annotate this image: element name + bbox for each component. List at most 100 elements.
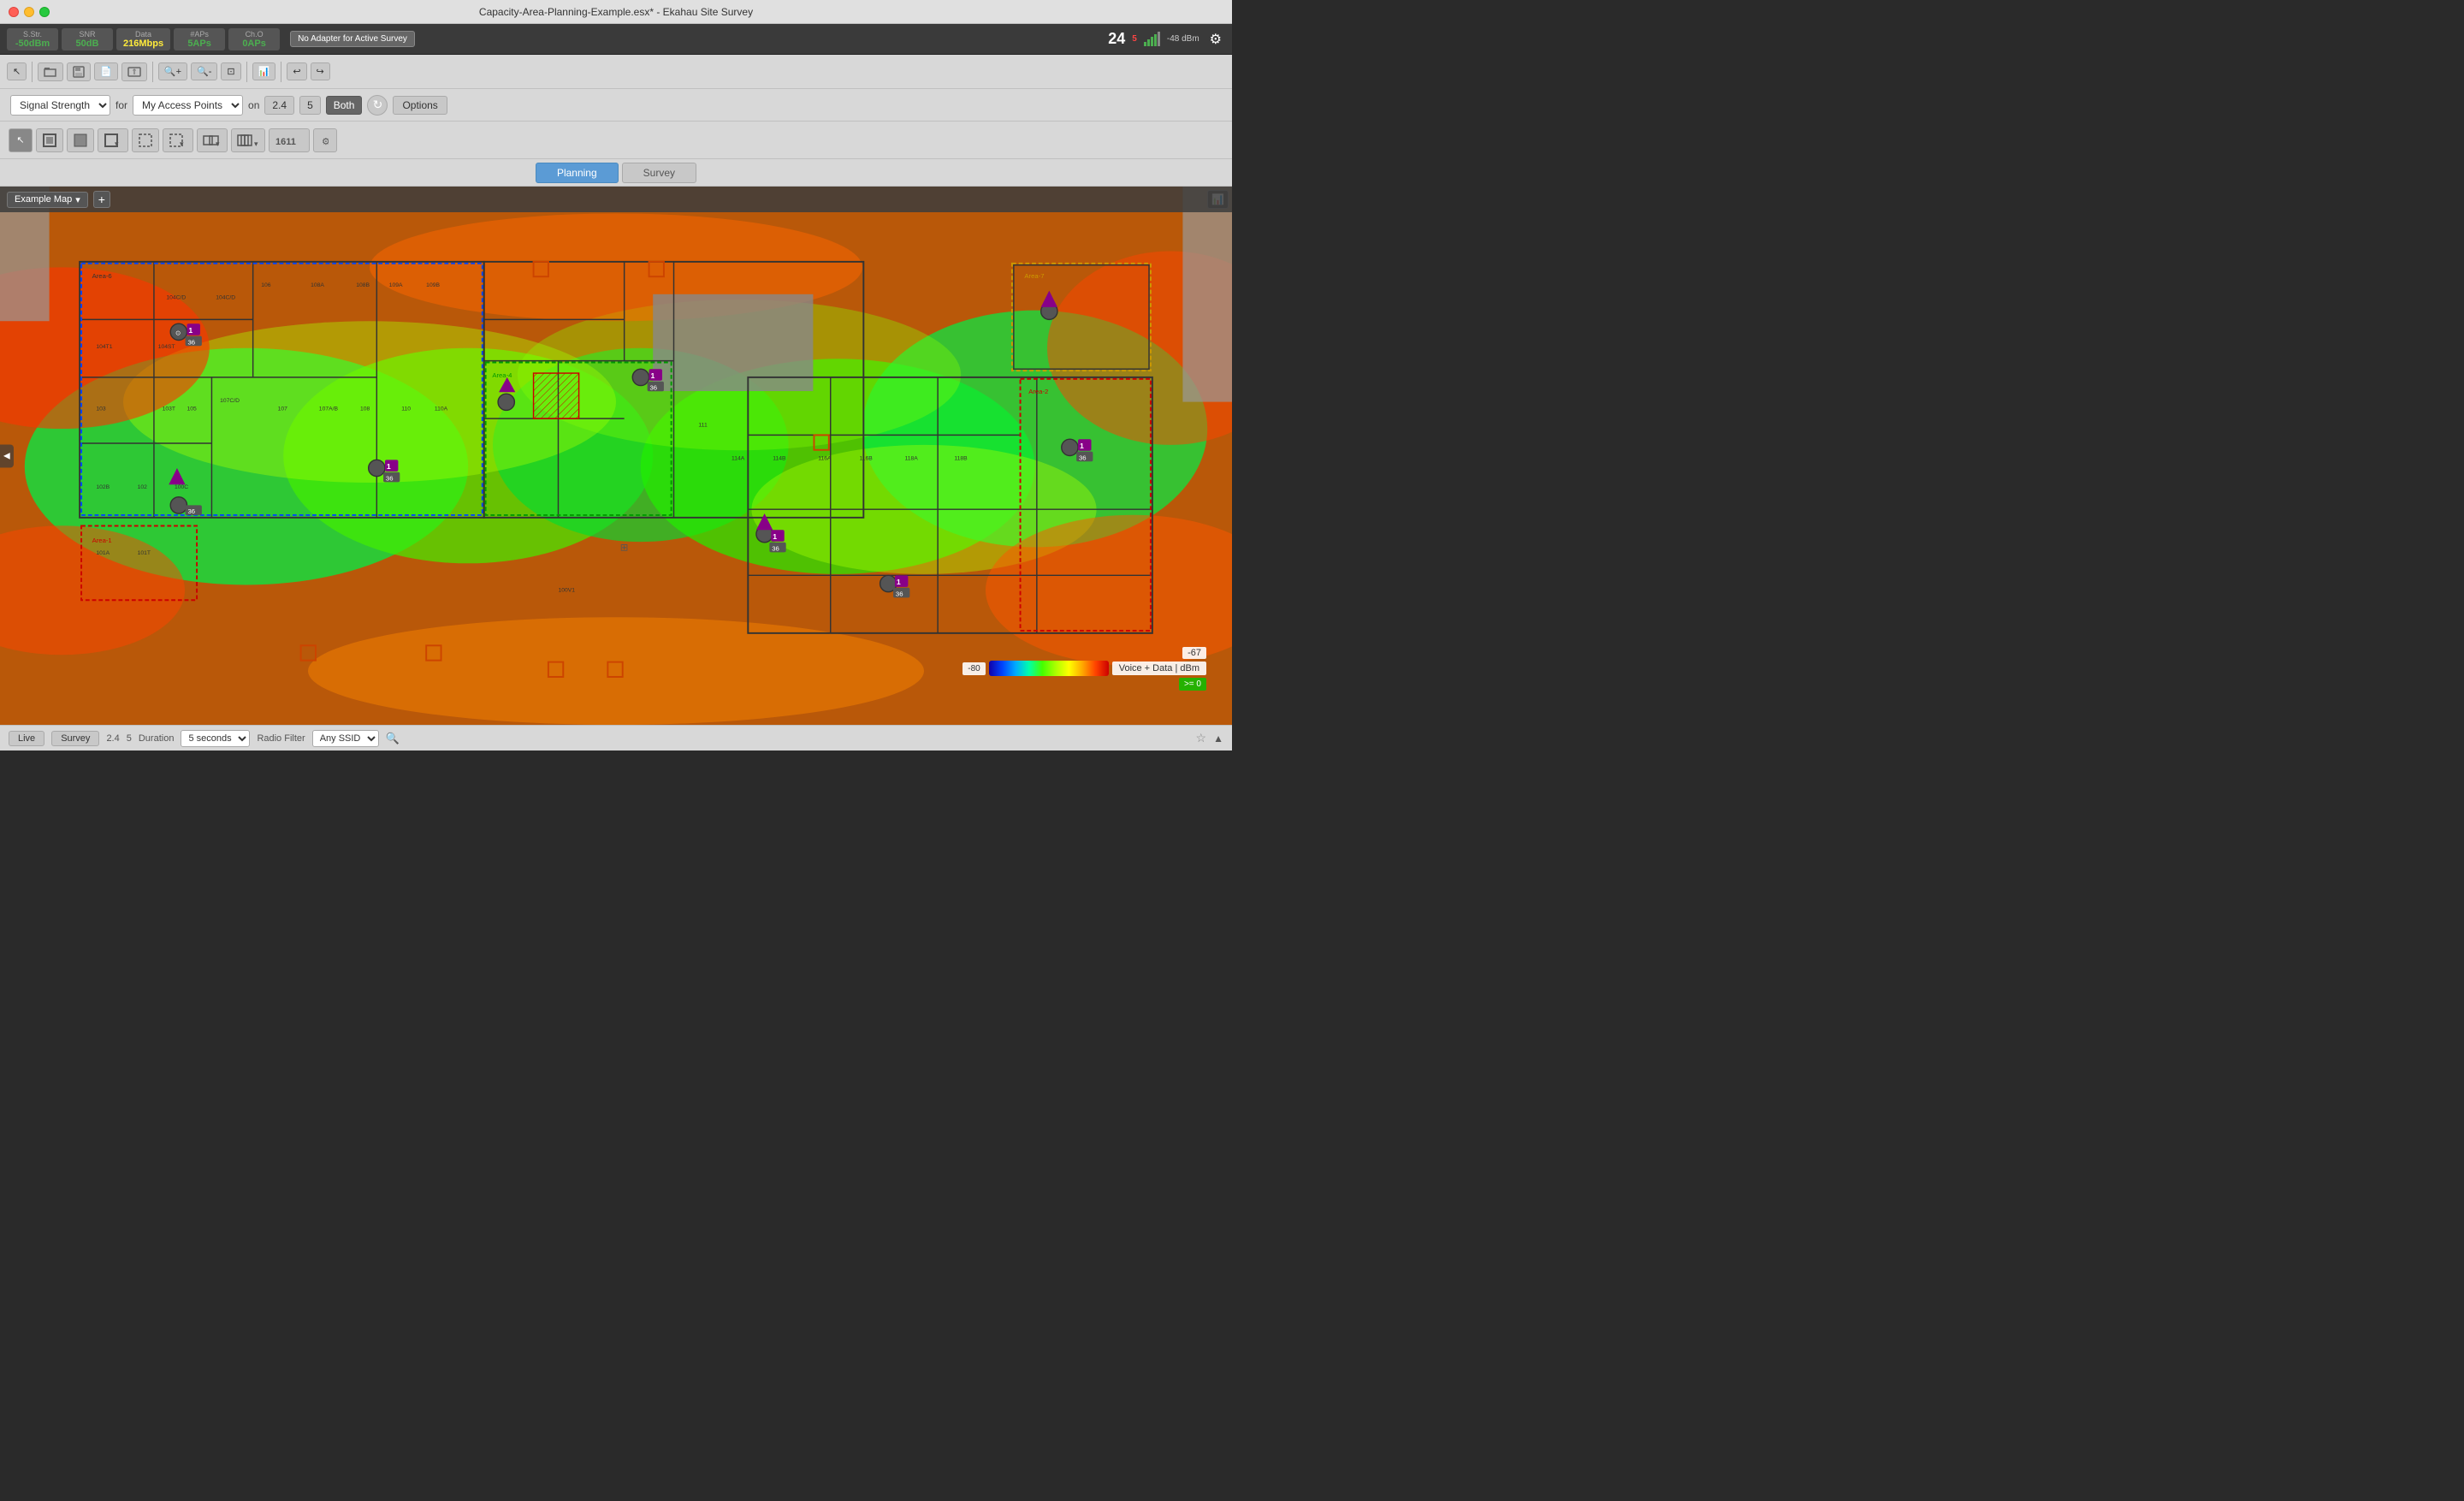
wall-tool-2-button[interactable] [67,128,94,152]
survey-tab[interactable]: Survey [622,163,696,183]
signal-number: 24 [1108,30,1125,48]
snr-stat: SNR 50dB [62,28,113,50]
maximize-button[interactable] [39,7,50,17]
svg-text:▾: ▾ [180,139,184,148]
svg-text:102: 102 [138,484,148,490]
svg-text:1: 1 [188,326,192,335]
duration-select[interactable]: 5 seconds [181,730,250,747]
live-button[interactable]: Live [9,731,44,746]
close-button[interactable] [9,7,19,17]
area-tool-2-button[interactable]: ▾ [163,128,193,152]
svg-text:⊙: ⊙ [175,329,181,337]
cho-value: 0APs [235,39,273,49]
chart-button[interactable]: 📊 [252,62,276,80]
svg-text:107: 107 [278,406,288,412]
legend-color-bar [989,661,1109,676]
wall-icon-3: ▾ [104,133,122,148]
stats-bar: S.Str. -50dBm SNR 50dB Data 216Mbps #APs… [0,24,1232,55]
bottom-bar: Live Survey 2.4 5 Duration 5 seconds Rad… [0,725,1232,750]
legend-ge-container: >= 0 [1179,678,1206,691]
filter-bar: Signal Strength for My Access Points on … [0,89,1232,122]
refresh-button[interactable]: ↻ [367,95,388,116]
svg-text:103: 103 [96,406,106,412]
save-button[interactable] [67,62,91,81]
new-button[interactable]: 📄 [94,62,118,80]
access-points-select[interactable]: My Access Points [133,95,243,116]
import-export-button[interactable]: ⇑ [121,62,147,81]
svg-text:⇑: ⇑ [131,68,138,76]
fit-button[interactable]: ⊡ [221,62,240,80]
cho-label: Ch.O [235,30,273,39]
minimize-button[interactable] [24,7,34,17]
svg-text:104ST: 104ST [158,344,175,350]
svg-text:36: 36 [187,338,195,346]
freq-5-button[interactable]: 5 [299,96,321,115]
zone-tool-button[interactable]: ▾ [231,128,265,152]
cho-stat: Ch.O 0APs [228,28,280,50]
settings-gear-button[interactable]: ⚙ [1206,31,1225,48]
survey-bottom-button[interactable]: Survey [51,731,99,746]
cursor-tool-button[interactable]: ↖ [7,62,27,80]
signal-type-select[interactable]: Signal Strength [10,95,110,116]
left-collapse-arrow[interactable]: ◀ [0,444,14,467]
map-add-button[interactable]: + [93,191,110,208]
no-adapter-button[interactable]: No Adapter for Active Survey [290,31,415,47]
sstrl-label: S.Str. [14,30,51,39]
svg-text:1611: 1611 [275,137,296,147]
area-tool-button[interactable] [132,128,159,152]
svg-text:108A: 108A [311,282,324,288]
signal-bars [1144,32,1160,46]
svg-text:1: 1 [773,532,777,541]
ap-tool-button[interactable]: 1611 [269,128,310,152]
dbm-value: -48 dBm [1167,34,1199,44]
import-icon: ⇑ [127,66,141,78]
svg-text:116A: 116A [818,455,832,461]
freq-24-button[interactable]: 2.4 [264,96,294,115]
bookmark-button[interactable]: ☆ [1196,731,1207,745]
view-tabs: Planning Survey [0,159,1232,187]
svg-text:36: 36 [386,474,394,482]
save-icon [73,66,85,78]
obstacle-icon: ▾ [203,133,222,148]
svg-text:108: 108 [360,406,370,412]
area-icon-2: ▾ [169,133,187,148]
map-dropdown-icon: ▾ [75,194,80,205]
svg-text:36: 36 [772,544,779,552]
svg-text:36: 36 [187,507,195,515]
planning-tab[interactable]: Planning [536,163,619,183]
map-name-button[interactable]: Example Map ▾ [7,192,88,208]
options-button[interactable]: Options [393,96,447,115]
svg-text:111: 111 [698,423,708,429]
undo-button[interactable]: ↩ [287,62,306,80]
map-top-bar: Example Map ▾ + [0,187,1232,212]
svg-text:⊞: ⊞ [620,543,629,553]
ap-tool-settings-button[interactable]: ⚙ [313,128,337,152]
svg-text:101A: 101A [96,550,110,556]
radio-filter-select[interactable]: Any SSID [312,730,379,747]
search-bottom-button[interactable]: 🔍 [386,732,400,745]
titlebar: Capacity-Area-Planning-Example.esx* - Ek… [0,0,1232,24]
open-button[interactable] [38,62,63,81]
ap-icon: 1611 [275,133,304,148]
svg-text:Area-2: Area-2 [1028,388,1048,395]
map-wrapper: ◀ [0,187,1232,725]
wall-tool-3-button[interactable]: ▾ [98,128,128,152]
svg-text:100C: 100C [175,484,188,490]
svg-text:107C/D: 107C/D [220,398,240,404]
radio-filter-label: Radio Filter [257,733,305,744]
obstacle-tool-button[interactable]: ▾ [197,128,228,152]
svg-text:114A: 114A [732,455,745,461]
aps-value: 5APs [181,39,218,49]
svg-text:110: 110 [401,406,411,412]
freq-both-button[interactable]: Both [326,96,363,115]
zoom-out-button[interactable]: 🔍- [191,62,217,80]
wall-tool-1-button[interactable] [36,128,63,152]
area-icon [138,133,153,148]
svg-text:109A: 109A [389,282,403,288]
svg-text:Area-6: Area-6 [92,272,112,280]
select-tool-button[interactable]: ↖ [9,128,33,152]
collapse-up-button[interactable]: ▲ [1213,733,1223,745]
redo-button[interactable]: ↪ [311,62,330,80]
svg-text:116B: 116B [860,455,874,461]
zoom-in-button[interactable]: 🔍+ [158,62,187,80]
